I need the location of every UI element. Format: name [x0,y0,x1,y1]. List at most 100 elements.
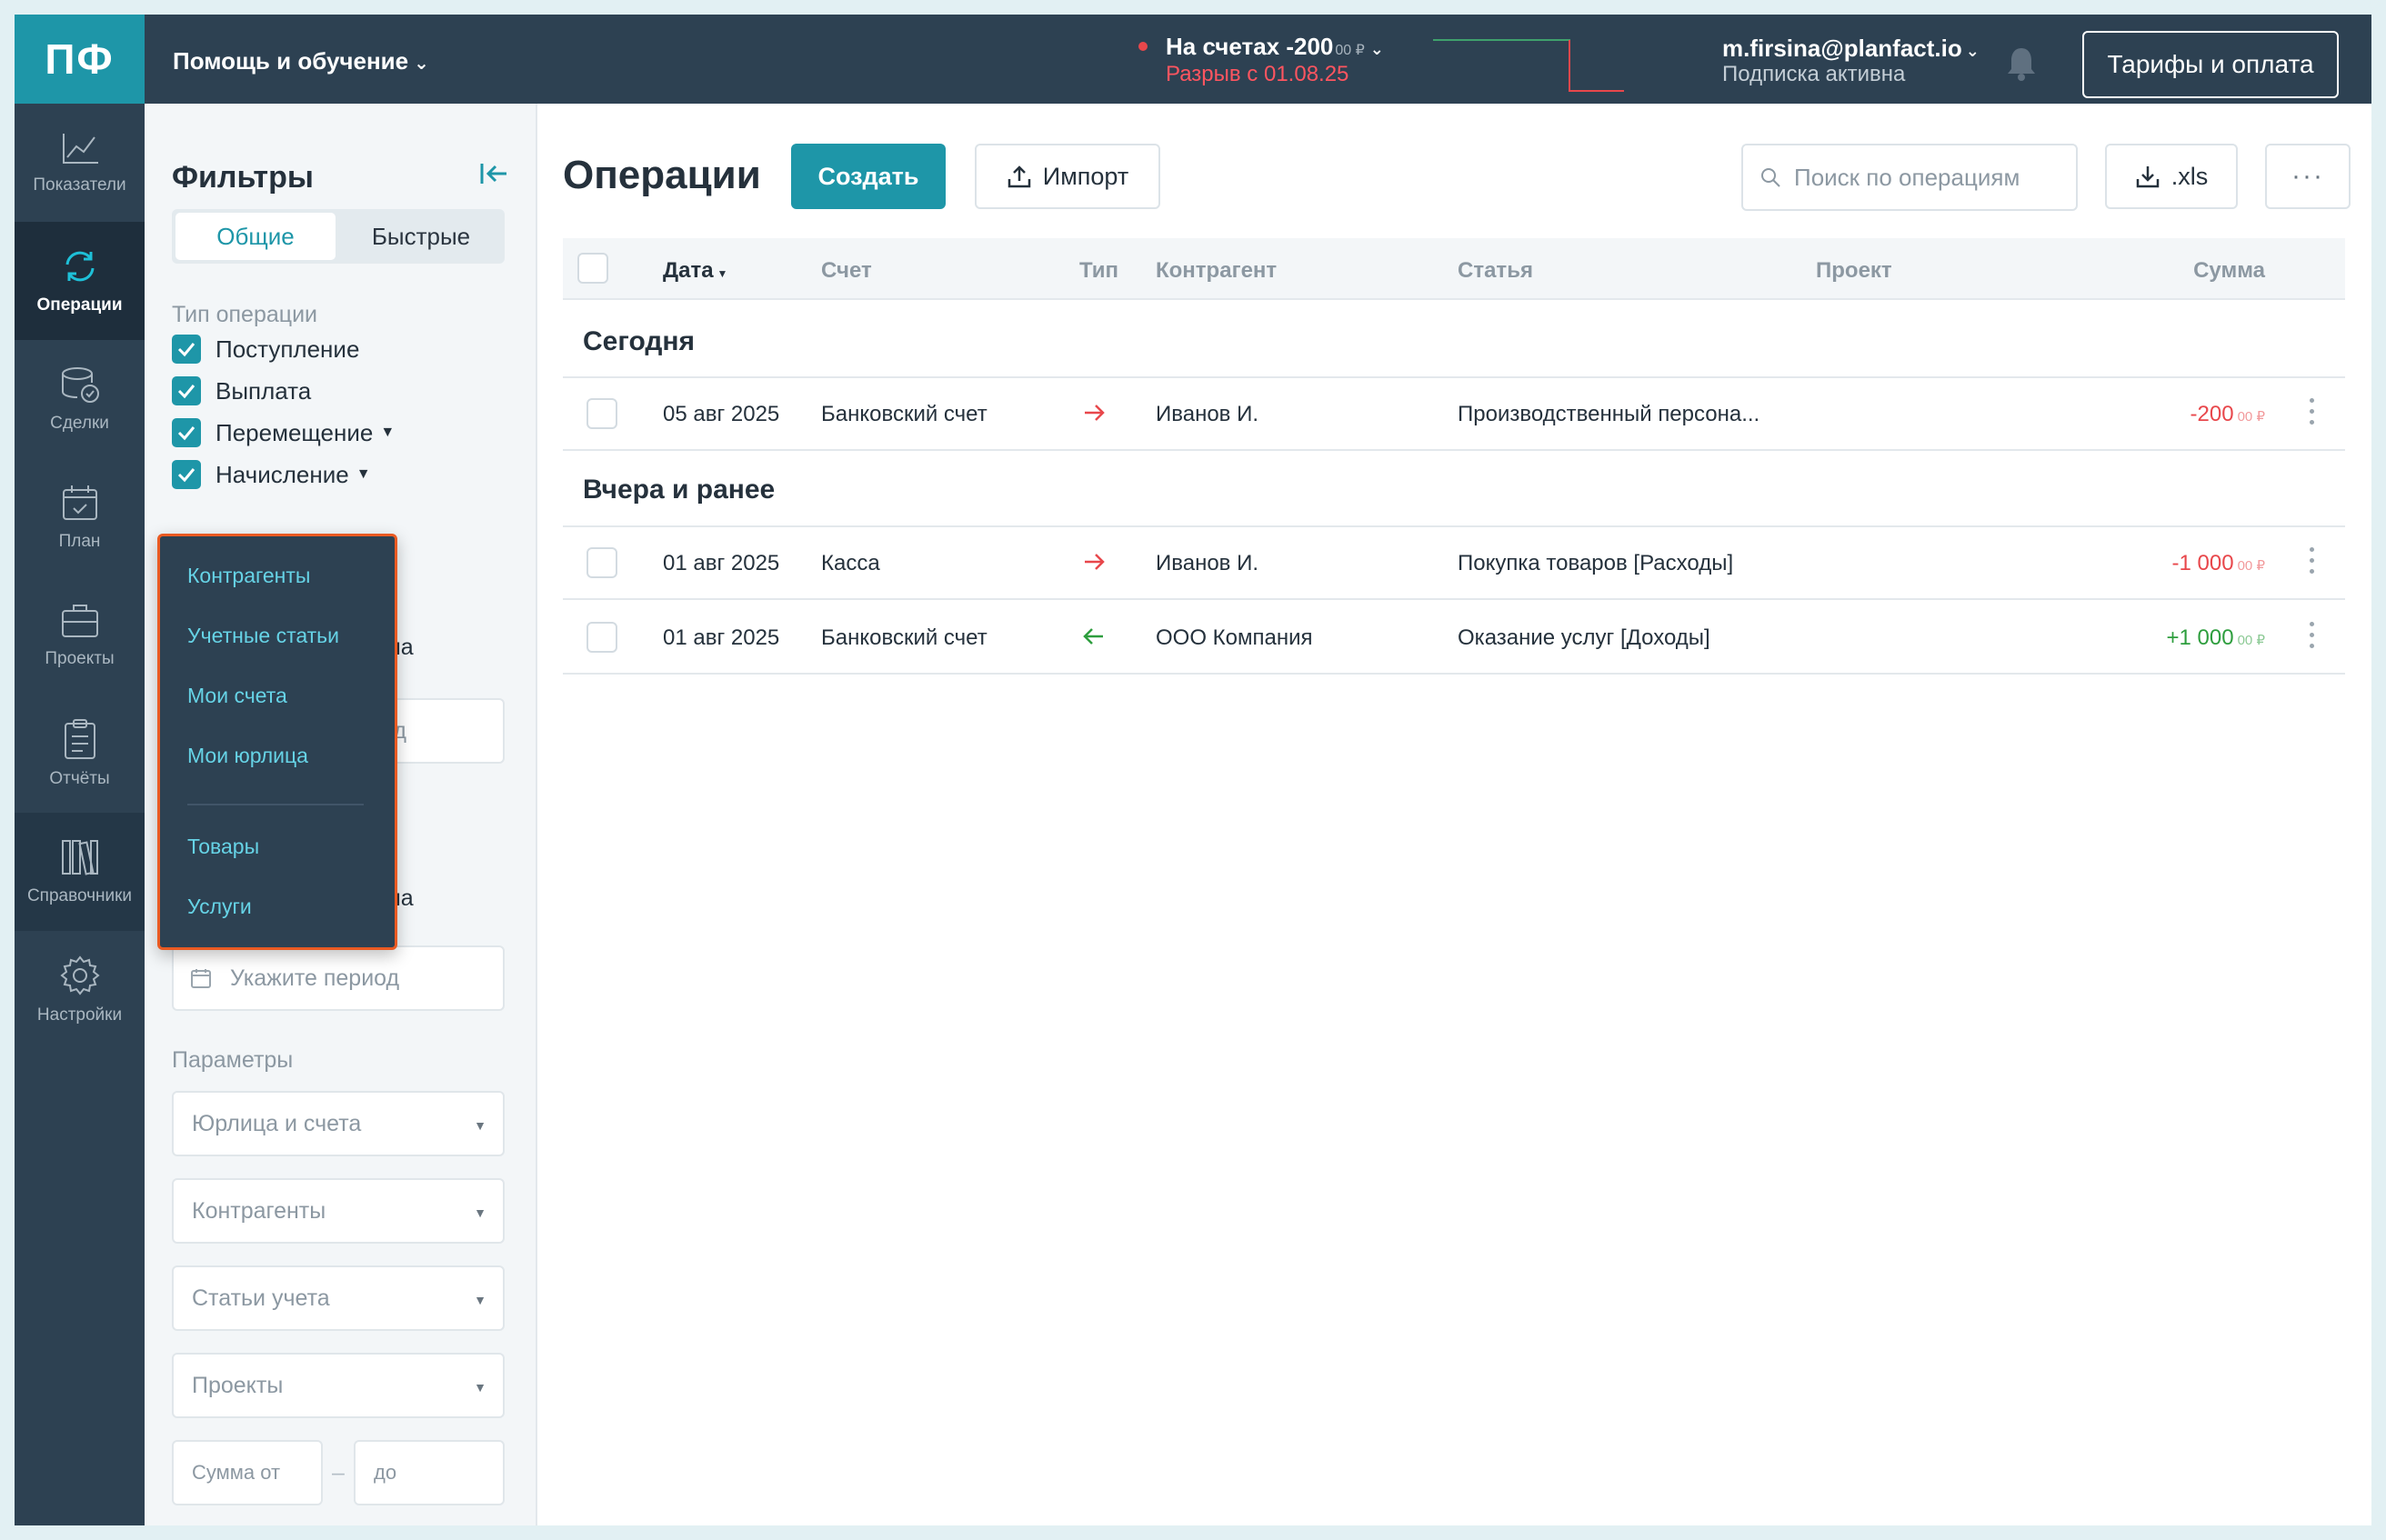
amount-value: -200 [2190,402,2234,426]
checkbox-transfer[interactable]: Перемещение ▼ [172,418,395,447]
operation-type-label: Тип операции [172,302,318,327]
caret-down-icon: ▼ [474,1118,486,1133]
more-options-button[interactable]: ··· [2265,144,2351,209]
download-icon [2136,166,2159,188]
range-dash: – [332,1460,345,1485]
nav-item-plan[interactable]: План [15,458,145,576]
search-icon [1761,168,1780,187]
row-checkbox[interactable] [586,398,617,429]
column-category: Статья [1458,258,1533,283]
row-amount: -200 00 ₽ [2191,402,2265,427]
nav-item-directories[interactable]: Справочники [15,813,145,931]
caret-down-icon: ▼ [474,1205,486,1220]
checkbox-label: Перемещение [216,418,374,446]
row-account: Касса [821,551,880,575]
bell-icon[interactable] [2006,45,2037,82]
caret-down-icon[interactable]: ▼ [380,425,395,441]
row-checkbox[interactable] [586,547,617,578]
sum-from-input[interactable]: Сумма от [172,1440,323,1505]
calendar-check-icon [62,485,97,520]
select-categories[interactable]: Статьи учета ▼ [172,1265,505,1331]
row-account: Банковский счет [821,625,987,650]
nav-item-label: Показатели [33,175,126,195]
tab-quick[interactable]: Быстрые [341,213,501,260]
period-field[interactable]: Укажите период [172,945,505,1011]
group-title-today: Сегодня [583,326,696,356]
select-placeholder: Статьи учета [192,1285,330,1311]
row-actions-icon[interactable] [2307,622,2316,655]
help-menu-label: Помощь и обучение [173,47,409,75]
nav-item-reports[interactable]: Отчёты [15,695,145,813]
table-row[interactable]: 05 авг 2025 Банковский счет Иванов И. Пр… [563,378,2345,451]
menu-item-my-entities[interactable]: Мои юрлица [187,744,308,768]
amount-value: -1 000 [2171,551,2234,575]
nav-item-projects[interactable]: Проекты [15,576,145,695]
menu-item-services[interactable]: Услуги [187,895,252,919]
row-counterparty: ООО Компания [1156,625,1313,650]
table-header: Дата ▼ Счет Тип Контрагент Статья Проект … [563,238,2345,300]
user-menu[interactable]: m.firsina@planfact.io ⌄ [1722,35,1980,63]
select-placeholder: Контрагенты [192,1197,326,1224]
app-logo[interactable]: ПФ [15,15,145,104]
balance-label: На счетах -200 [1166,33,1334,60]
column-type: Тип [1079,258,1118,283]
select-all-checkbox[interactable] [577,253,608,284]
import-button[interactable]: Импорт [975,144,1160,209]
checkbox-income[interactable]: Поступление [172,335,359,364]
row-actions-icon[interactable] [2307,398,2316,431]
tab-general[interactable]: Общие [175,213,336,260]
nav-item-label: Отчёты [49,769,110,788]
create-button[interactable]: Создать [791,144,946,209]
menu-item-goods[interactable]: Товары [187,835,259,859]
tariffs-button[interactable]: Тарифы и оплата [2082,31,2339,98]
table-row[interactable]: 01 авг 2025 Касса Иванов И. Покупка това… [563,527,2345,600]
menu-item-my-accounts[interactable]: Мои счета [187,684,287,708]
sum-to-placeholder: до [374,1461,397,1484]
menu-item-counterparties[interactable]: Контрагенты [187,564,310,588]
column-date[interactable]: Дата ▼ [663,258,727,284]
caret-down-icon: ▼ [474,1380,486,1395]
balance-cents: 00 ₽ [1335,43,1365,58]
row-counterparty: Иванов И. [1156,402,1259,426]
nav-item-label: Настройки [36,1005,123,1025]
export-xls-button[interactable]: .xls [2105,144,2238,209]
caret-down-icon[interactable]: ▼ [356,466,371,483]
collapse-panel-icon[interactable] [479,160,508,187]
arrow-right-expense-icon [1085,554,1105,570]
sum-from-placeholder: Сумма от [192,1461,281,1484]
search-placeholder: Поиск по операциям [1794,163,2020,191]
filters-tabs: Общие Быстрые [172,209,505,264]
cash-gap-warning: Разрыв с 01.08.25 [1166,62,1349,86]
row-category: Производственный персона... [1458,402,1760,426]
chevron-down-icon: ⌄ [1965,42,1980,60]
select-projects[interactable]: Проекты ▼ [172,1353,505,1418]
nav-item-indicators[interactable]: Показатели [15,104,145,222]
row-category: Покупка товаров [Расходы] [1458,551,1734,575]
params-label: Параметры [172,1047,294,1073]
nav-item-label: Справочники [26,886,133,905]
select-placeholder: Юрлица и счета [192,1110,362,1136]
nav-item-operations[interactable]: Операции [15,222,145,340]
balance-dropdown[interactable]: На счетах -200 00 ₽ ⌄ [1166,33,1384,61]
row-category: Оказание услуг [Доходы] [1458,625,1710,650]
checkbox-label: Начисление [216,460,349,488]
column-counterparty: Контрагент [1156,258,1278,283]
select-counterparties[interactable]: Контрагенты ▼ [172,1178,505,1244]
nav-item-settings[interactable]: Настройки [15,931,145,1049]
menu-item-categories[interactable]: Учетные статьи [187,624,339,648]
search-input[interactable]: Поиск по операциям [1741,144,2078,211]
group-title-earlier: Вчера и ранее [583,475,776,505]
nav-item-label: План [58,532,101,551]
row-checkbox[interactable] [586,622,617,653]
user-email: m.firsina@planfact.io [1722,35,1962,62]
select-entities-accounts[interactable]: Юрлица и счета ▼ [172,1091,505,1156]
nav-item-deals[interactable]: Сделки [15,340,145,458]
help-menu[interactable]: Помощь и обучение ⌄ [173,47,429,75]
checkbox-payment[interactable]: Выплата [172,376,311,405]
sum-to-input[interactable]: до [354,1440,505,1505]
main-content: Операции Создать Импорт Поиск по операци… [537,104,2371,1525]
row-account: Банковский счет [821,402,987,426]
row-actions-icon[interactable] [2307,547,2316,580]
table-row[interactable]: 01 авг 2025 Банковский счет ООО Компания… [563,602,2345,675]
checkbox-accrual[interactable]: Начисление ▼ [172,460,371,489]
